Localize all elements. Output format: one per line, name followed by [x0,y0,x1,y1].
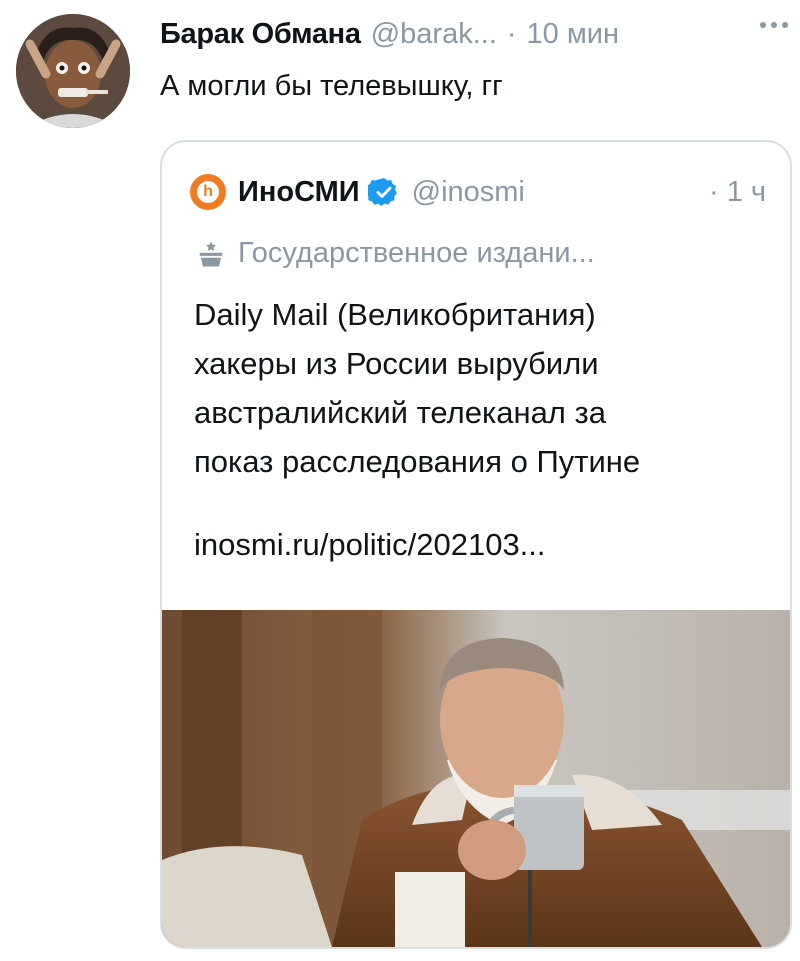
quoted-timestamp[interactable]: · 1 ч [709,176,766,209]
quoted-text-line: показ расследования о Путине [194,444,641,479]
more-options-icon[interactable] [760,22,788,28]
quoted-author-handle[interactable]: @inosmi [412,176,525,209]
government-building-icon [199,241,223,266]
logo-letter: h [203,183,213,200]
tweet[interactable]: Барак Обмана @barak... · 10 мин А могли … [0,0,800,961]
separator-dot: · [506,17,517,50]
quoted-author-name[interactable]: ИноСМИ [238,176,360,209]
quoted-time-value: 1 ч [726,175,766,208]
quoted-tweet-link[interactable]: inosmi.ru/politic/202103... [194,527,546,563]
photo-image [162,610,790,947]
state-media-label[interactable]: Государственное издани... [196,237,595,270]
author-name[interactable]: Барак Обмана [160,18,361,51]
inosmi-logo-icon[interactable]: h [190,174,226,210]
separator-dot: · [708,175,719,208]
quoted-text-line: Daily Mail (Великобритания) [194,297,596,332]
quoted-tweet-text: Daily Mail (Великобритания) хакеры из Ро… [194,290,770,486]
quoted-text-line: хакеры из России вырубили [194,346,599,381]
verified-badge-icon [367,178,397,206]
state-media-label-text: Государственное издани... [238,237,595,269]
author-handle[interactable]: @barak... [371,18,497,51]
avatar-photo [16,14,130,128]
tweet-text: А могли бы телевышку, гг [160,70,503,102]
author-avatar[interactable] [16,14,130,128]
attached-photo[interactable] [162,610,790,947]
quoted-tweet-header: h ИноСМИ @inosmi · 1 ч [190,172,766,212]
quoted-text-line: австралийский телеканал за [194,395,606,430]
tweet-timestamp[interactable]: 10 мин [527,18,619,51]
tweet-header: Барак Обмана @barak... · 10 мин [160,14,800,54]
quoted-tweet[interactable]: h ИноСМИ @inosmi · 1 ч Государственное и… [160,140,792,949]
